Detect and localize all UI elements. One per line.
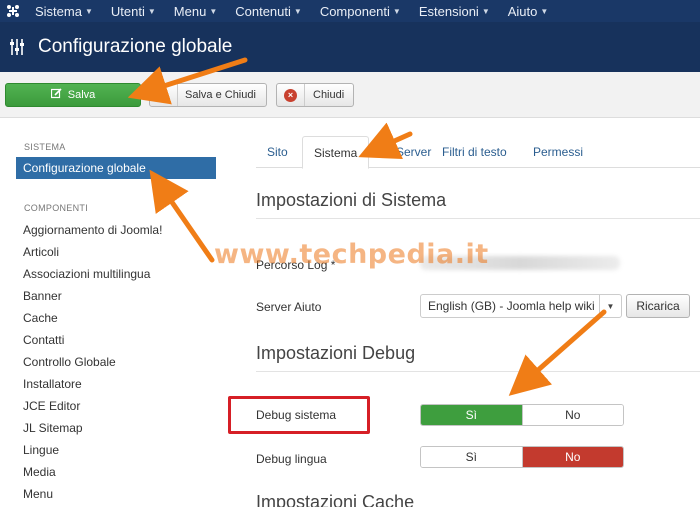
caret-down-icon: ▼ <box>209 6 218 16</box>
sidebar-item[interactable]: Installatore <box>23 377 82 391</box>
checkmark-icon: ✔ <box>150 84 178 106</box>
sidebar-item[interactable]: Cache <box>23 311 58 325</box>
configuration-icon <box>10 39 24 55</box>
sidebar-section-system: SISTEMA <box>24 142 66 152</box>
main-menu: Sistema ▼ Utenti ▼ Menu ▼ Contenuti ▼ Compon… <box>26 0 557 22</box>
debug-language-yes[interactable]: Sì <box>421 447 522 467</box>
sidebar-item[interactable]: Articoli <box>23 245 59 259</box>
debug-language-label: Debug lingua <box>256 452 327 466</box>
menu-estensioni[interactable]: Estensioni ▼ <box>410 0 499 22</box>
help-server-select[interactable]: English (GB) - Joomla help wiki ▼ <box>420 294 622 318</box>
sidebar-item[interactable]: Lingue <box>23 443 59 457</box>
sidebar-item[interactable]: Menu <box>23 487 53 501</box>
tab-permissions[interactable]: Permessi <box>533 136 583 168</box>
edit-icon <box>50 88 62 102</box>
tab-system[interactable]: Sistema <box>302 136 370 169</box>
tab-server[interactable]: Server <box>396 136 431 168</box>
sidebar-item[interactable]: Controllo Globale <box>23 355 116 369</box>
menu-aiuto[interactable]: Aiuto ▼ <box>499 0 558 22</box>
sidebar-item[interactable]: JCE Editor <box>23 399 80 413</box>
tab-text-filters[interactable]: Filtri di testo <box>442 136 507 168</box>
sidebar-item[interactable]: Aggiornamento di Joomla! <box>23 223 162 237</box>
close-icon: × <box>284 88 297 102</box>
caret-down-icon: ▼ <box>147 6 156 16</box>
debug-system-yes[interactable]: Sì <box>421 405 522 425</box>
divider <box>256 218 700 219</box>
divider <box>256 371 700 372</box>
caret-down-icon: ▼ <box>540 6 549 16</box>
toolbar: Salva ✔ Salva e Chiudi × Chiudi <box>0 72 700 118</box>
debug-system-no[interactable]: No <box>521 405 623 425</box>
sidebar: SISTEMA Configurazione globale COMPONENT… <box>0 118 216 507</box>
debug-language-toggle: Sì No <box>420 446 624 468</box>
debug-settings-heading: Impostazioni Debug <box>256 343 416 363</box>
settings-tabs: Sito Sistema Server Filtri di testo Perm… <box>256 136 700 169</box>
caret-down-icon[interactable]: ▼ <box>599 295 621 317</box>
joomla-logo-icon[interactable] <box>0 0 26 22</box>
system-settings-heading: Impostazioni di Sistema <box>256 190 447 210</box>
reload-button[interactable]: Ricarica <box>626 294 690 318</box>
highlight-box <box>228 396 370 434</box>
menu-contenuti[interactable]: Contenuti ▼ <box>226 0 311 22</box>
page-title: Configurazione globale <box>38 36 233 57</box>
tab-site[interactable]: Sito <box>267 136 288 168</box>
menu-menu[interactable]: Menu ▼ <box>165 0 226 22</box>
page-header: Configurazione globale <box>0 22 700 72</box>
menu-componenti[interactable]: Componenti ▼ <box>311 0 410 22</box>
save-and-close-button[interactable]: ✔ Salva e Chiudi <box>149 83 267 107</box>
sidebar-item[interactable]: Contatti <box>23 333 64 347</box>
menu-utenti[interactable]: Utenti ▼ <box>102 0 165 22</box>
sidebar-section-components: COMPONENTI <box>24 203 89 213</box>
cache-settings-heading: Impostazioni Cache <box>256 492 415 507</box>
sidebar-item[interactable]: Media <box>23 465 56 479</box>
caret-down-icon: ▼ <box>392 6 401 16</box>
watermark: www.techpedia.it <box>214 239 489 270</box>
menu-sistema[interactable]: Sistema ▼ <box>26 0 102 22</box>
sidebar-item[interactable]: JL Sitemap <box>23 421 83 435</box>
help-server-label: Server Aiuto <box>256 300 322 314</box>
top-navbar: Sistema ▼ Utenti ▼ Menu ▼ Contenuti ▼ Compon… <box>0 0 700 22</box>
close-button[interactable]: × Chiudi <box>276 83 354 107</box>
sidebar-item[interactable]: Associazioni multilingua <box>23 267 150 281</box>
sidebar-item-global-configuration[interactable]: Configurazione globale <box>16 157 216 179</box>
caret-down-icon: ▼ <box>481 6 490 16</box>
save-button[interactable]: Salva <box>5 83 141 107</box>
main-content: Sito Sistema Server Filtri di testo Perm… <box>232 118 700 507</box>
debug-system-toggle: Sì No <box>420 404 624 426</box>
caret-down-icon: ▼ <box>293 6 302 16</box>
sidebar-item[interactable]: Banner <box>23 289 62 303</box>
caret-down-icon: ▼ <box>84 6 93 16</box>
debug-language-no[interactable]: No <box>521 447 623 467</box>
